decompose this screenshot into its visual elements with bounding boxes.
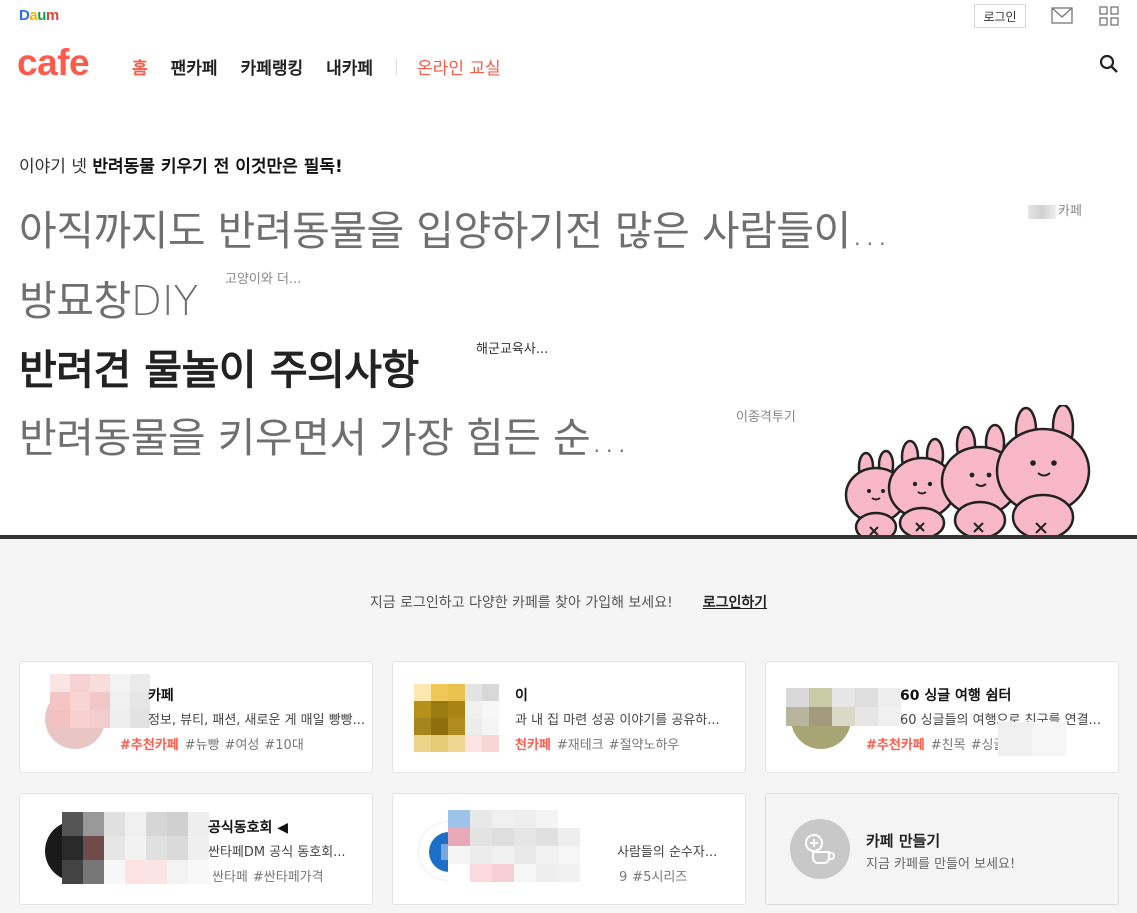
recommended-tag[interactable]: #추천카페 bbox=[866, 738, 925, 753]
cafe-desc: 사람들의 순수자... bbox=[617, 845, 718, 860]
make-cafe-title: 카페 만들기 bbox=[866, 832, 941, 850]
cafe-tag[interactable]: #10대 bbox=[264, 738, 303, 753]
nav-item-online-class[interactable]: 온라인 교실 bbox=[417, 54, 501, 79]
search-icon[interactable] bbox=[1099, 54, 1119, 74]
cafe-tag[interactable]: #여성 bbox=[225, 738, 260, 753]
cafe-card-1[interactable]: 카페 정보, 뷰티, 패션, 새로운 게 매일 빵빵... #추천카페 #뉴빵 #여… bbox=[19, 661, 373, 773]
story-link-3[interactable]: 반려견 물놀이 주의사항 bbox=[19, 336, 419, 396]
story-source-1[interactable]: 카페 bbox=[1028, 200, 1082, 219]
blurred-cafe-name bbox=[50, 674, 150, 728]
blurred-cafe-thumbnail bbox=[414, 684, 499, 752]
story-source-4[interactable]: 이종격투기 bbox=[736, 406, 796, 425]
blurred-tag bbox=[998, 722, 1066, 756]
nav-item-home[interactable]: 홈 bbox=[132, 54, 148, 79]
cafe-tags: 9 #5시리즈 bbox=[619, 866, 692, 885]
daum-logo[interactable]: Daum bbox=[19, 7, 59, 24]
cafe-name: 이 bbox=[515, 688, 528, 704]
cafe-logo[interactable]: cafe bbox=[17, 42, 90, 84]
login-prompt-text: 지금 로그인하고 다양한 카페를 찾아 가입해 보세요! bbox=[369, 595, 673, 611]
story-title-prefix: 이야기 넷 bbox=[19, 157, 87, 177]
bunny-illustration bbox=[844, 405, 1091, 538]
cup-plus-icon bbox=[790, 819, 850, 879]
cafe-tags: 싼타페 #싼타페가격 bbox=[212, 866, 329, 885]
cafe-desc: 과 내 집 마련 성공 이야기를 공유하... bbox=[515, 713, 720, 728]
story-link-1[interactable]: 아직까지도 반려동물을 입양하기전 많은 사람들이... bbox=[19, 197, 889, 257]
nav-item-ranking[interactable]: 카페랭킹 bbox=[241, 54, 304, 79]
mail-icon[interactable] bbox=[1051, 7, 1073, 24]
cafe-name: 카페 bbox=[148, 688, 174, 704]
cafe-tag[interactable]: 싼타페 bbox=[212, 870, 248, 885]
blurred-cafe-name bbox=[62, 812, 209, 884]
story-link-4[interactable]: 반려동물을 키우면서 가장 힘든 순... bbox=[19, 404, 628, 464]
make-cafe-card[interactable]: 카페 만들기 지금 카페를 만들어 보세요! bbox=[765, 793, 1119, 905]
story-link-2[interactable]: 방묘창DIY bbox=[19, 267, 198, 327]
login-prompt: 지금 로그인하고 다양한 카페를 찾아 가입해 보세요! 로그인하기 bbox=[0, 592, 1137, 612]
main-nav: 홈 팬카페 카페랭킹 내카페 온라인 교실 bbox=[132, 54, 524, 79]
recommended-tag[interactable]: 천카페 bbox=[515, 738, 551, 753]
cafe-tags: #추천카페 #친목 #싱글 bbox=[866, 734, 1010, 753]
story-source-2[interactable]: 고양이와 더... bbox=[225, 268, 301, 287]
story-source-1-label: 카페 bbox=[1058, 204, 1082, 219]
cafe-tag[interactable]: #재테크 bbox=[557, 738, 604, 753]
blurred-cafe-name bbox=[448, 810, 580, 882]
cafe-desc: 정보, 뷰티, 패션, 새로운 게 매일 빵빵... bbox=[148, 713, 366, 728]
nav-item-fancafe[interactable]: 팬카페 bbox=[171, 54, 218, 79]
cafe-name: 공식동호회 ◀ bbox=[208, 820, 289, 836]
cafe-card-5[interactable]: 사람들의 순수자... 9 #5시리즈 bbox=[392, 793, 746, 905]
blurred-source-name bbox=[1028, 204, 1056, 219]
cafe-card-2[interactable]: 이 과 내 집 마련 성공 이야기를 공유하... 천카페 #재테크 #절약노하우 bbox=[392, 661, 746, 773]
story-title-bold: 반려동물 키우기 전 이것만은 필독! bbox=[92, 157, 343, 177]
story-title: 이야기 넷 반려동물 키우기 전 이것만은 필독! bbox=[19, 152, 343, 177]
cafe-desc: 싼타페DM 공식 동호회... bbox=[208, 845, 346, 860]
login-button[interactable]: 로그인 bbox=[974, 4, 1026, 28]
cafe-tag[interactable]: #절약노하우 bbox=[609, 738, 680, 753]
blurred-cafe-name bbox=[786, 688, 901, 726]
story-source-3[interactable]: 해군교육사... bbox=[476, 338, 548, 357]
nav-divider bbox=[396, 58, 398, 75]
cafe-name: 60 싱글 여행 쉼터 bbox=[900, 688, 1012, 704]
cafe-card-4[interactable]: 공식동호회 ◀ 싼타페DM 공식 동호회... 싼타페 #싼타페가격 bbox=[19, 793, 373, 905]
cafe-tag[interactable]: #5시리즈 bbox=[632, 870, 687, 885]
nav-item-mycafe[interactable]: 내카페 bbox=[326, 54, 373, 79]
cafe-tag[interactable]: #싼타페가격 bbox=[253, 870, 324, 885]
cafe-tags: 천카페 #재테크 #절약노하우 bbox=[515, 734, 684, 753]
cafe-tag[interactable]: #뉴빵 bbox=[185, 738, 220, 753]
login-link[interactable]: 로그인하기 bbox=[703, 595, 767, 611]
recommended-tag[interactable]: #추천카페 bbox=[120, 738, 179, 753]
cafe-tag[interactable]: #친목 bbox=[931, 738, 966, 753]
cafe-tags: #추천카페 #뉴빵 #여성 #10대 bbox=[120, 734, 309, 753]
cafe-tag[interactable]: 9 bbox=[619, 870, 627, 885]
apps-grid-icon[interactable] bbox=[1099, 6, 1119, 26]
make-cafe-subtitle: 지금 카페를 만들어 보세요! bbox=[866, 857, 1016, 872]
cafe-card-3[interactable]: 60 싱글 여행 쉼터 60 싱글들의 여행으로 친구를 연결... #추천카페… bbox=[765, 661, 1119, 773]
